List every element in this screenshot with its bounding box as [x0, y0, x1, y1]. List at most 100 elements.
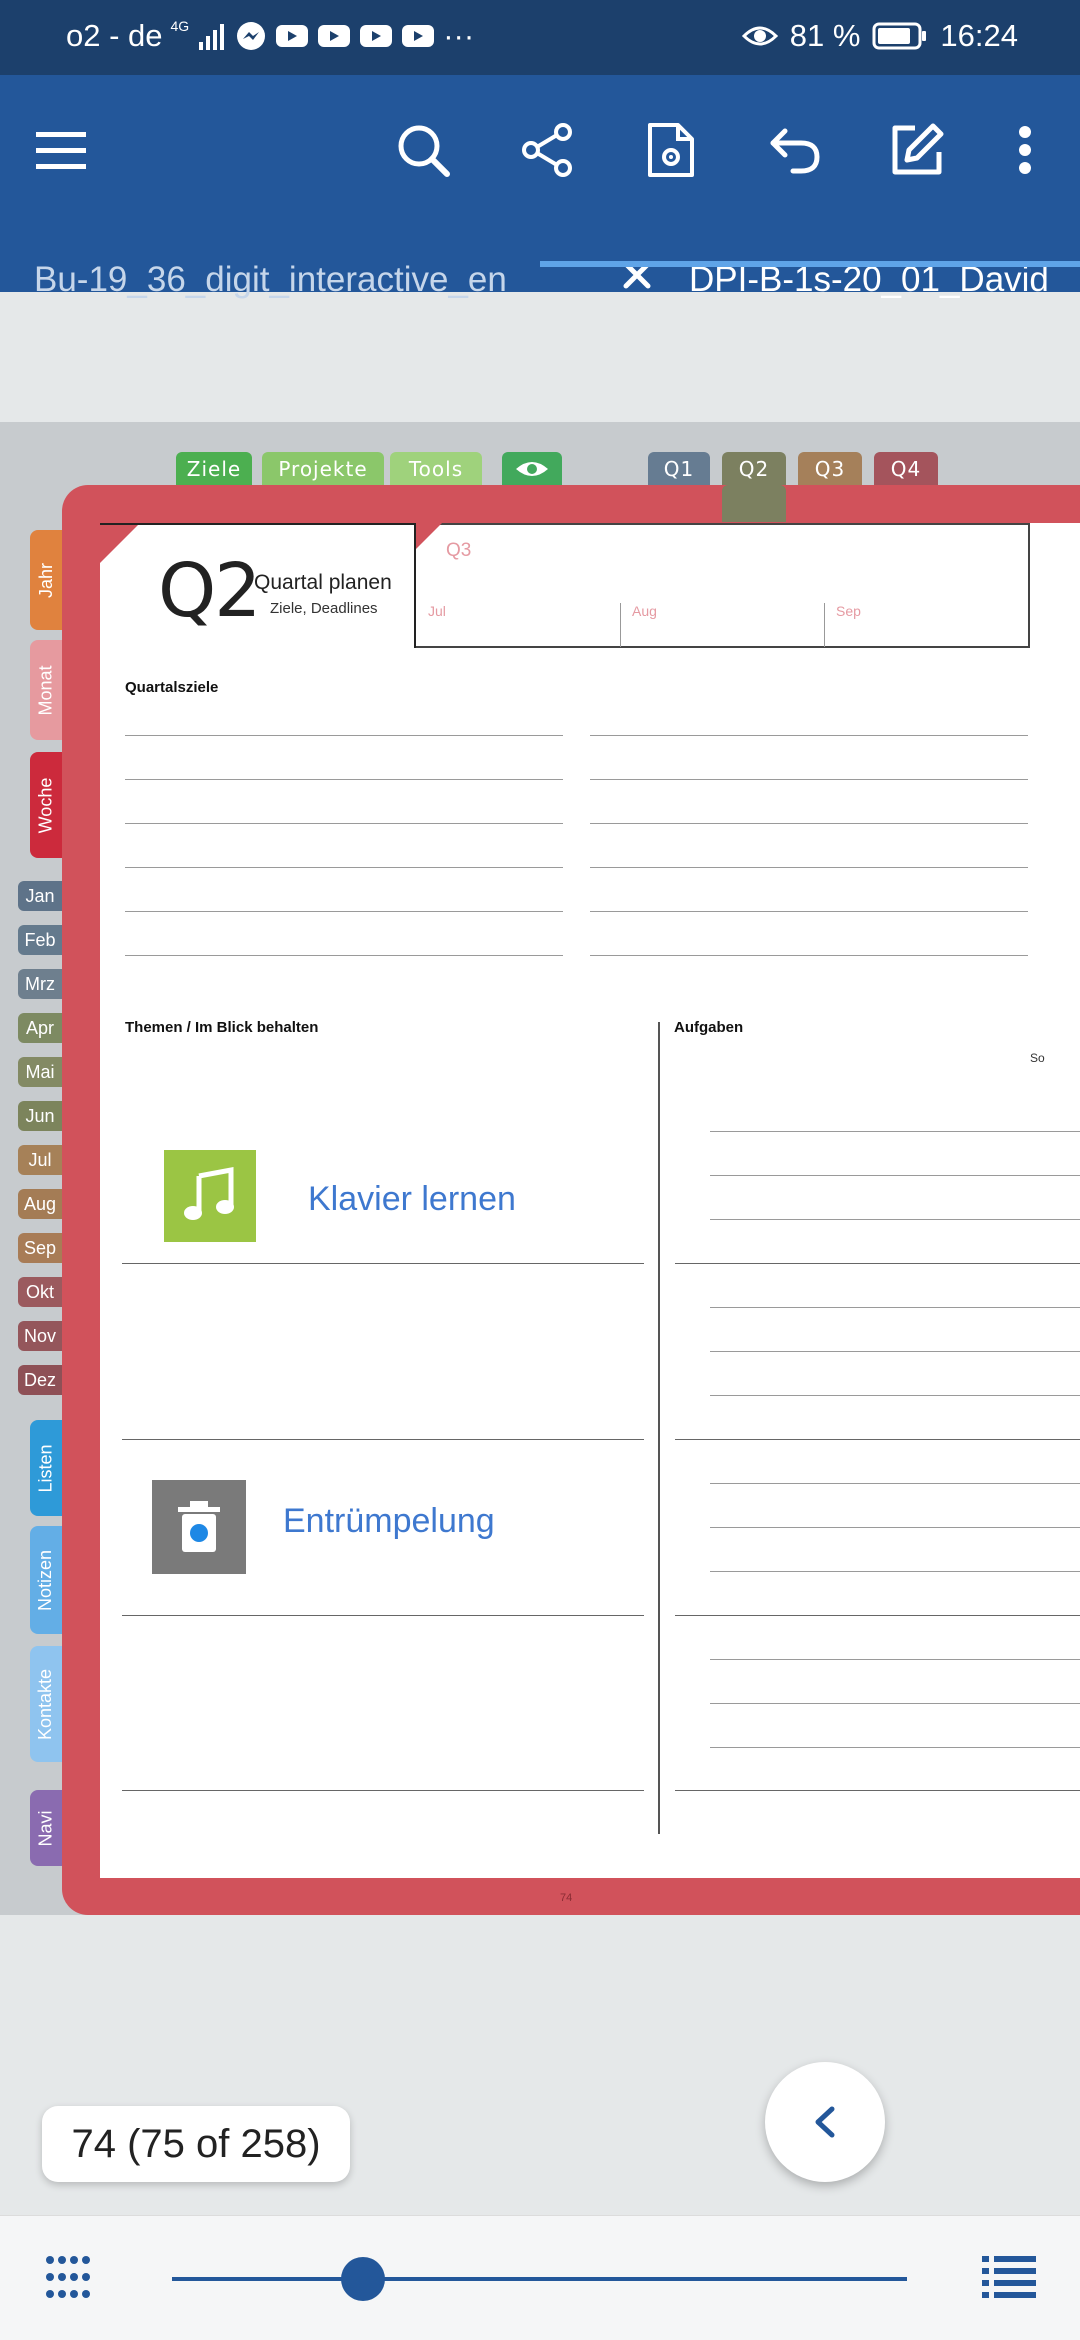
theme-item-declutter[interactable] [152, 1480, 246, 1574]
month-tab[interactable]: Sep [18, 1233, 62, 1263]
youtube-icon [402, 25, 435, 47]
music-note-icon [184, 1166, 234, 1220]
column-divider [658, 1022, 660, 1834]
tab-visibility[interactable] [502, 452, 562, 486]
sidetab-woche[interactable]: Woche [30, 752, 62, 858]
menu-button[interactable] [16, 105, 106, 195]
month-tab[interactable]: Jan [18, 881, 62, 911]
task-line [710, 1571, 1080, 1572]
month-tab[interactable]: Jul [18, 1145, 62, 1175]
tab-q3[interactable]: Q3 [798, 452, 862, 486]
theme-item-piano[interactable] [164, 1150, 256, 1242]
quarter-subtitle: Ziele, Deadlines [270, 600, 378, 617]
task-line [710, 1747, 1080, 1748]
goal-line [125, 911, 563, 912]
month-tab[interactable]: Mai [18, 1057, 62, 1087]
task-line [710, 1659, 1080, 1660]
page-slider-thumb[interactable] [341, 2257, 386, 2301]
signal-icon [199, 24, 225, 50]
goal-line [590, 911, 1028, 912]
task-line [710, 1527, 1080, 1528]
month-label: Jul [428, 603, 446, 619]
sidetab-monat[interactable]: Monat [30, 640, 62, 740]
month-tab[interactable]: Aug [18, 1189, 62, 1219]
month-tab[interactable]: Dez [18, 1365, 62, 1395]
youtube-icon [276, 25, 309, 47]
tab-ziele[interactable]: Ziele [176, 452, 252, 486]
edit-icon [892, 123, 944, 175]
thumbnails-button[interactable] [44, 2254, 100, 2304]
q3-corner [416, 523, 442, 549]
quarter-title: Quartal planen [254, 571, 392, 594]
month-tab[interactable]: Feb [18, 925, 62, 955]
sidetab-notizen[interactable]: Notizen [30, 1526, 62, 1634]
month-label: Aug [632, 603, 657, 619]
network-label: 4G [170, 18, 190, 34]
active-tab-indicator [540, 261, 1080, 267]
hamburger-icon [36, 132, 86, 169]
document-tab-bu19[interactable]: Bu-19_36_digit_interactive_en [34, 230, 574, 330]
task-line [710, 1395, 1080, 1396]
tab-q4[interactable]: Q4 [874, 452, 938, 486]
task-line [675, 1439, 1080, 1440]
month-tab[interactable]: Mrz [18, 969, 62, 999]
grid-dots-icon [46, 2256, 90, 2298]
undo-button[interactable] [750, 105, 840, 195]
day-label: So [1030, 1051, 1045, 1065]
theme-label-declutter[interactable]: Entrümpelung [283, 1502, 495, 1541]
edit-button[interactable] [872, 105, 962, 195]
goal-line [125, 955, 563, 956]
youtube-icon [318, 25, 351, 47]
more-notifications: ··· [443, 18, 475, 53]
sidetab-listen[interactable]: Listen [30, 1420, 62, 1516]
tab-tools[interactable]: Tools [390, 452, 482, 486]
tab-projekte[interactable]: Projekte [262, 452, 384, 486]
goal-line [590, 779, 1028, 780]
youtube-icon [360, 25, 393, 47]
month-tab[interactable]: Okt [18, 1277, 62, 1307]
document-settings-button[interactable] [626, 105, 716, 195]
month-tab[interactable]: Jun [18, 1101, 62, 1131]
goals-heading: Quartalsziele [125, 679, 219, 696]
chevron-left-icon [815, 2106, 835, 2138]
sidetab-jahr[interactable]: Jahr [30, 530, 62, 630]
month-tab[interactable]: Nov [18, 1321, 62, 1351]
overflow-menu-button[interactable] [980, 105, 1070, 195]
document-settings-icon [648, 123, 694, 177]
theme-label-piano[interactable]: Klavier lernen [308, 1180, 516, 1219]
trash-bin-icon [178, 1501, 220, 1552]
goal-line [125, 823, 563, 824]
document-tab-dpi[interactable]: DPI-B-1s-20_01_David [689, 230, 1080, 330]
task-line [710, 1703, 1080, 1704]
sidetab-kontakte[interactable]: Kontakte [30, 1646, 62, 1762]
battery-percent: 81 % [789, 18, 861, 53]
previous-page-button[interactable] [765, 2062, 885, 2182]
eye-icon [516, 462, 548, 476]
tab-q1[interactable]: Q1 [648, 452, 710, 486]
task-line [710, 1351, 1080, 1352]
month-label: Sep [836, 603, 861, 619]
page-indicator: 74 (75 of 258) [42, 2106, 350, 2182]
quarter-number: Q2 [158, 548, 261, 634]
task-line [710, 1219, 1080, 1220]
goal-line [590, 735, 1028, 736]
share-icon [522, 123, 572, 177]
task-line [675, 1263, 1080, 1264]
task-line [710, 1307, 1080, 1308]
tab-q2-extension [722, 485, 786, 522]
tasks-heading: Aufgaben [674, 1019, 744, 1036]
close-tab-button[interactable] [612, 250, 662, 300]
share-button[interactable] [502, 105, 592, 195]
goal-line [590, 823, 1028, 824]
task-line [675, 1790, 1080, 1791]
task-line [710, 1131, 1080, 1132]
page-slider-track[interactable] [172, 2277, 907, 2281]
outline-button[interactable] [982, 2254, 1042, 2304]
theme-line [122, 1790, 644, 1791]
sidetab-navi[interactable]: Navi [30, 1790, 62, 1866]
status-bar: o2 - de 4G ··· 81 % 16:24 [0, 0, 1080, 75]
month-divider [620, 603, 621, 647]
month-tab[interactable]: Apr [18, 1013, 62, 1043]
search-button[interactable] [378, 105, 468, 195]
search-icon [398, 125, 450, 177]
